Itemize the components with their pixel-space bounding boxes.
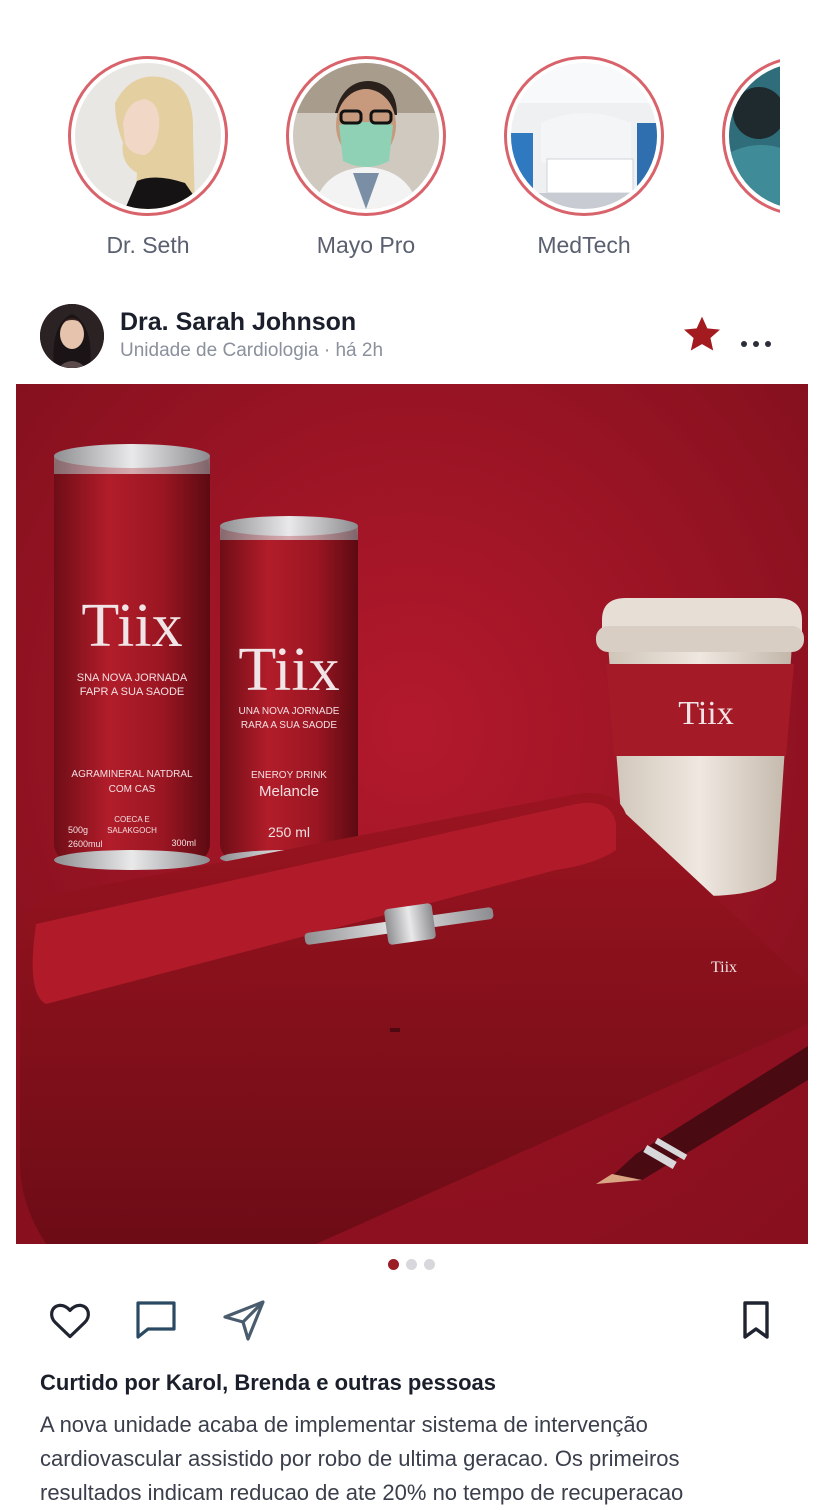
- send-icon[interactable]: [220, 1296, 268, 1344]
- post-header: Dra. Sarah Johnson Unidade de Cardiologi…: [40, 302, 784, 372]
- more-icon[interactable]: [738, 322, 778, 352]
- story-item[interactable]: C: [718, 56, 780, 259]
- svg-text:Tiix: Tiix: [81, 592, 182, 660]
- bookmark-icon[interactable]: [732, 1296, 780, 1344]
- carousel-dot[interactable]: [424, 1259, 435, 1270]
- svg-text:AGRAMINERAL NATDRAL: AGRAMINERAL NATDRAL: [71, 769, 193, 780]
- svg-text:2600mul: 2600mul: [68, 839, 103, 849]
- stories-row: Dr. Seth Mayo Pro MedTech: [0, 0, 780, 280]
- comment-icon[interactable]: [132, 1296, 180, 1344]
- svg-text:FAPR A SUA SAODE: FAPR A SUA SAODE: [80, 686, 185, 698]
- post-actions: [40, 1296, 784, 1346]
- svg-text:COM CAS: COM CAS: [109, 784, 156, 795]
- story-item[interactable]: Mayo Pro: [282, 56, 450, 259]
- svg-text:Tiix: Tiix: [711, 959, 737, 976]
- svg-text:250 ml: 250 ml: [268, 824, 310, 840]
- story-label: Dr. Seth: [106, 232, 190, 258]
- story-ring: [722, 56, 780, 216]
- post-caption: A nova unidade acaba de implementar sist…: [40, 1412, 684, 1505]
- svg-text:Tiix: Tiix: [238, 636, 339, 704]
- star-icon[interactable]: [680, 312, 724, 356]
- avatar: [75, 63, 221, 209]
- svg-text:COECA E: COECA E: [114, 815, 150, 824]
- likes-summary[interactable]: Curtido por Karol, Brenda e outras pesso…: [40, 1370, 496, 1396]
- carousel-dot[interactable]: [388, 1259, 399, 1270]
- carousel-indicator: [388, 1259, 435, 1271]
- can-left: Tiix SNA NOVA JORNADA FAPR A SUA SAODE A…: [54, 444, 210, 870]
- svg-text:Melancle: Melancle: [259, 783, 319, 800]
- avatar: [511, 63, 657, 209]
- post-meta: Unidade de Cardiologia · há 2h: [120, 340, 384, 361]
- svg-text:RARA A SUA SAODE: RARA A SUA SAODE: [241, 720, 337, 731]
- story-ring: [504, 56, 664, 216]
- svg-text:300ml: 300ml: [171, 838, 196, 848]
- story-ring: [68, 56, 228, 216]
- post-image[interactable]: Tiix SNA NOVA JORNADA FAPR A SUA SAODE A…: [16, 384, 808, 1244]
- story-label: C: [718, 232, 780, 259]
- svg-text:Tiix: Tiix: [678, 695, 733, 732]
- story-ring: [286, 56, 446, 216]
- heart-icon[interactable]: [46, 1296, 94, 1344]
- avatar: [293, 63, 439, 209]
- carousel-dot[interactable]: [406, 1259, 417, 1270]
- avatar: [729, 63, 780, 209]
- story-label: Mayo Pro: [316, 232, 416, 258]
- svg-text:UNA NOVA JORNADE: UNA NOVA JORNADE: [239, 706, 340, 717]
- story-item[interactable]: MedTech: [500, 56, 668, 259]
- svg-text:500g: 500g: [68, 825, 88, 835]
- can-right: Tiix UNA NOVA JORNADE RARA A SUA SAODE E…: [220, 516, 358, 866]
- svg-text:SNA NOVA JORNADA: SNA NOVA JORNADA: [77, 672, 188, 684]
- svg-text:SALAKGOCH: SALAKGOCH: [107, 826, 157, 835]
- story-label: MedTech: [537, 232, 631, 258]
- author-avatar[interactable]: [40, 304, 104, 368]
- story-item[interactable]: Dr. Seth: [64, 56, 232, 259]
- author-name[interactable]: Dra. Sarah Johnson: [120, 308, 356, 337]
- svg-text:ENEROY DRINK: ENEROY DRINK: [251, 770, 327, 781]
